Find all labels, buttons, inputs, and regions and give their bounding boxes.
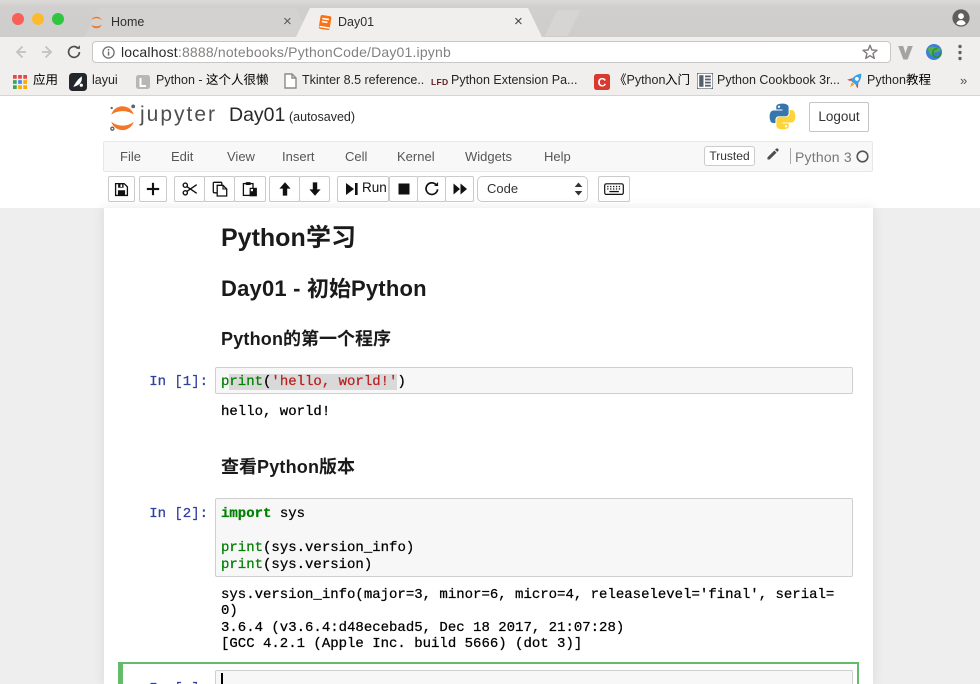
svg-text:C: C <box>598 76 607 90</box>
